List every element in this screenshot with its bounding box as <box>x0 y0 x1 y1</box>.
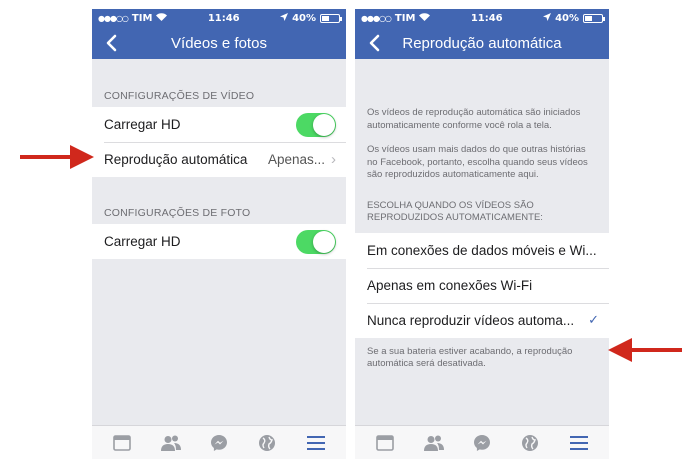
upload-hd-photo-row: Carregar HD <box>92 224 346 259</box>
globe-icon[interactable] <box>514 429 546 457</box>
carrier-label: TIM <box>131 12 153 24</box>
photo-section-header: CONFIGURAÇÕES DE FOTO <box>104 207 251 219</box>
header: ●●●○○ TIM 11:46 40% Reprodução automátic… <box>355 9 609 59</box>
phone-screen-video-settings: ●●●○○ TIM 11:46 40% Vídeos e fotos CONFI… <box>92 9 346 459</box>
autoplay-row[interactable]: Reprodução automática Apenas... › <box>92 142 346 177</box>
autoplay-label: Reprodução automática <box>104 152 248 167</box>
chevron-right-icon: › <box>331 151 336 168</box>
signal-icon: ●●●○○ <box>98 13 129 23</box>
autoplay-description: Os vídeos de reprodução automática são i… <box>367 107 581 131</box>
wifi-icon <box>419 12 431 24</box>
menu-icon[interactable] <box>563 429 595 457</box>
option-mobile-and-wifi[interactable]: Em conexões de dados móveis e Wi... <box>355 232 609 268</box>
back-chevron-icon[interactable] <box>104 33 122 53</box>
header: ●●●○○ TIM 11:46 40% Vídeos e fotos <box>92 9 346 59</box>
data-usage-description: Os vídeos usam mais dados do que outras … <box>367 144 588 180</box>
carrier-label: TIM <box>394 12 416 24</box>
phone-screen-autoplay: ●●●○○ TIM 11:46 40% Reprodução automátic… <box>355 9 609 459</box>
status-bar: ●●●○○ TIM 11:46 40% <box>355 9 609 27</box>
messenger-icon[interactable] <box>203 429 235 457</box>
photo-settings-group: Carregar HD <box>92 224 346 259</box>
status-bar: ●●●○○ TIM 11:46 40% <box>92 9 346 27</box>
option-label: Nunca reproduzir vídeos automa... <box>367 312 575 328</box>
option-never-autoplay[interactable]: Nunca reproduzir vídeos automa... ✓ <box>355 302 609 338</box>
clock: 11:46 <box>470 12 503 24</box>
upload-hd-photo-toggle[interactable] <box>296 229 336 254</box>
battery-percent: 40% <box>292 12 316 24</box>
navigation-bar: Vídeos e fotos <box>92 27 346 59</box>
tab-bar <box>355 425 609 459</box>
option-wifi-only[interactable]: Apenas em conexões Wi-Fi <box>355 267 609 303</box>
menu-icon[interactable] <box>300 429 332 457</box>
news-feed-icon[interactable] <box>106 429 138 457</box>
messenger-icon[interactable] <box>466 429 498 457</box>
upload-hd-video-label: Carregar HD <box>104 117 181 132</box>
upload-hd-video-toggle[interactable] <box>296 112 336 137</box>
option-label: Apenas em conexões Wi-Fi <box>367 277 533 293</box>
clock: 11:46 <box>207 12 240 24</box>
signal-icon: ●●●○○ <box>361 13 392 23</box>
battery-saver-note: Se a sua bateria estiver acabando, a rep… <box>367 345 573 370</box>
friends-icon[interactable] <box>418 429 450 457</box>
option-label: Em conexões de dados móveis e Wi... <box>367 242 597 258</box>
battery-icon <box>583 13 605 23</box>
friends-icon[interactable] <box>155 429 187 457</box>
battery-percent: 40% <box>555 12 579 24</box>
upload-hd-video-row: Carregar HD <box>92 107 346 142</box>
tab-bar <box>92 425 346 459</box>
video-settings-group: Carregar HD Reprodução automática Apenas… <box>92 107 346 177</box>
upload-hd-photo-label: Carregar HD <box>104 234 181 249</box>
navigation-bar: Reprodução automática <box>355 27 609 59</box>
annotation-arrow-left-icon <box>608 338 682 362</box>
location-icon <box>280 12 289 24</box>
location-icon <box>543 12 552 24</box>
annotation-arrow-right-icon <box>20 145 94 169</box>
page-title: Reprodução automática <box>402 34 562 52</box>
page-title: Vídeos e fotos <box>171 34 267 52</box>
wifi-icon <box>156 12 168 24</box>
news-feed-icon[interactable] <box>369 429 401 457</box>
choose-autoplay-header: ESCOLHA QUANDO OS VÍDEOS SÃO REPRODUZIDO… <box>367 199 543 224</box>
autoplay-options-group: Em conexões de dados móveis e Wi... Apen… <box>355 232 609 338</box>
back-chevron-icon[interactable] <box>367 33 385 53</box>
globe-icon[interactable] <box>251 429 283 457</box>
checkmark-icon: ✓ <box>588 312 599 327</box>
battery-icon <box>320 13 342 23</box>
video-section-header: CONFIGURAÇÕES DE VÍDEO <box>104 90 255 102</box>
autoplay-value: Apenas... <box>267 152 325 167</box>
